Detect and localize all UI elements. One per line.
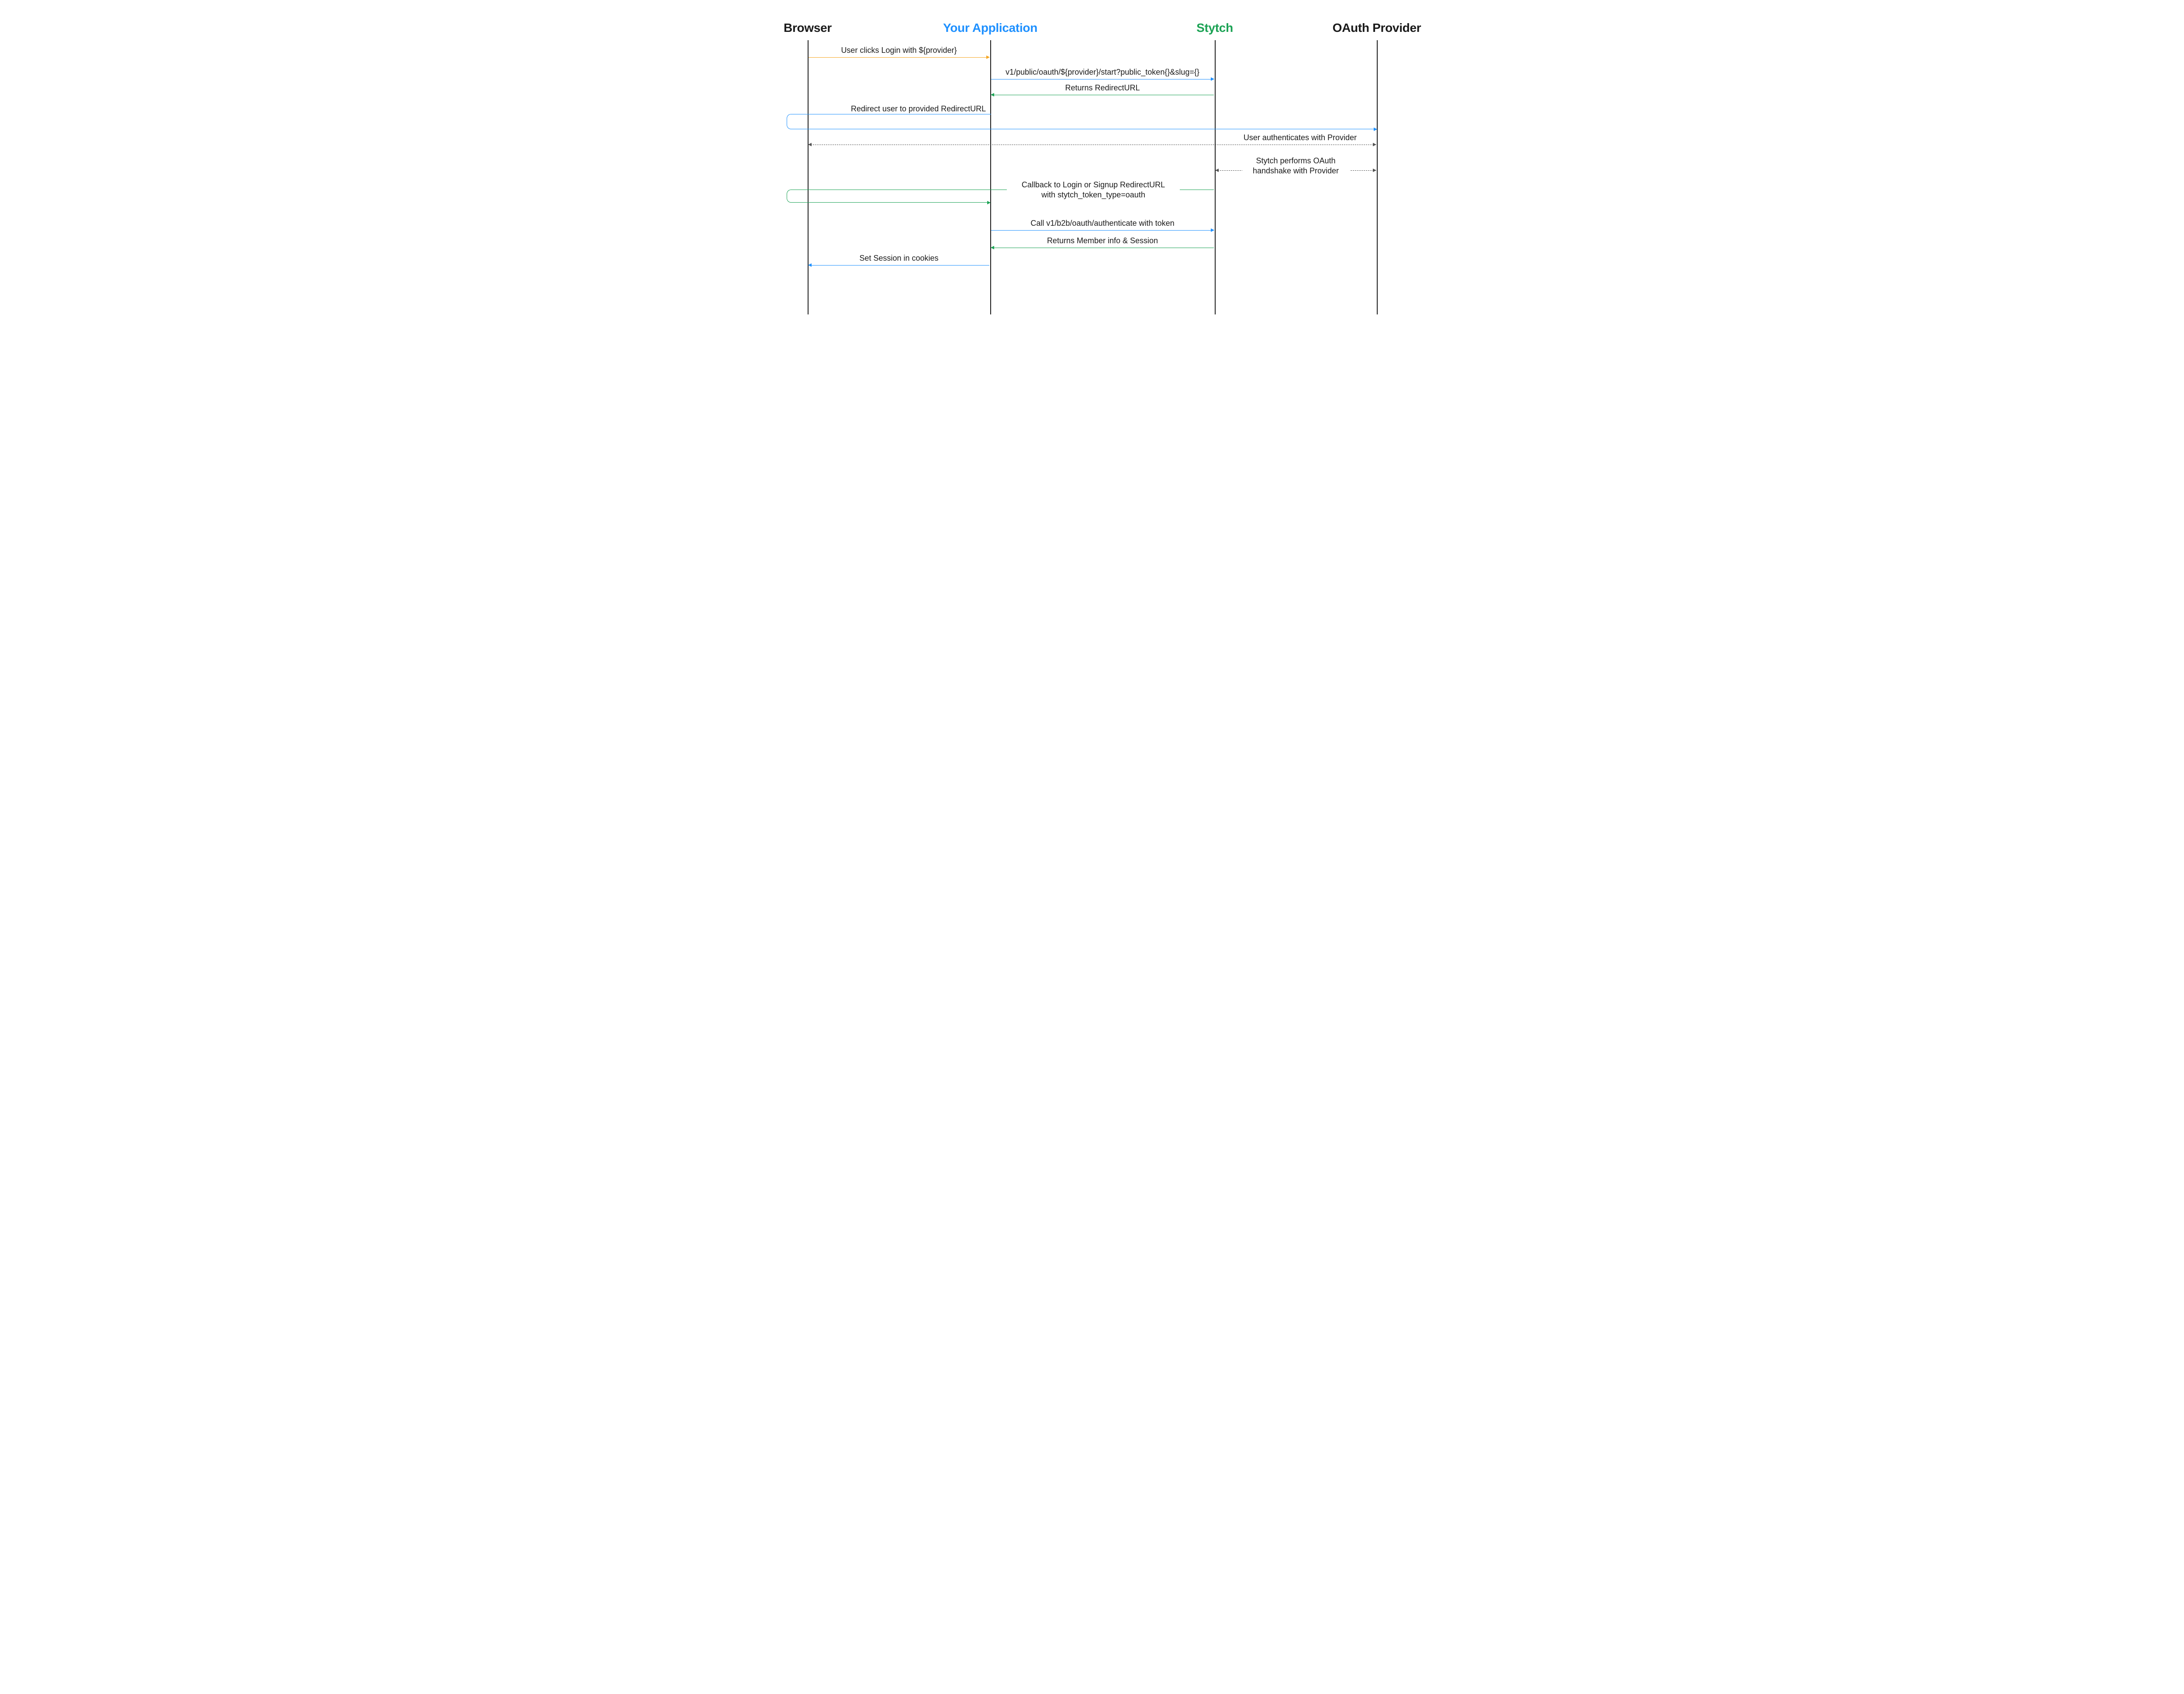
- lifeline-browser: [808, 40, 809, 314]
- lifeline-provider: [1377, 40, 1378, 314]
- msg-label: Stytch performs OAuthhandshake with Prov…: [1242, 156, 1350, 176]
- lifeline-app: [990, 40, 991, 314]
- msg-redirect-user: Redirect user to provided RedirectURL: [793, 114, 1377, 129]
- msg-label: User clicks Login with ${provider}: [837, 45, 960, 55]
- msg-label: Returns RedirectURL: [1061, 83, 1143, 93]
- actor-browser: Browser: [784, 21, 832, 35]
- msg-label: Returns Member info & Session: [1044, 236, 1161, 246]
- msg-label: Redirect user to provided RedirectURL: [847, 104, 989, 114]
- msg-label: Set Session in cookies: [856, 253, 942, 263]
- sequence-diagram: Browser Your Application Stytch OAuth Pr…: [760, 0, 1424, 325]
- actor-stytch: Stytch: [1196, 21, 1233, 35]
- msg-label: User authenticates with Provider: [1240, 133, 1360, 143]
- actor-provider: OAuth Provider: [1333, 21, 1421, 35]
- actor-app: Your Application: [943, 21, 1037, 35]
- msg-label: Callback to Login or Signup RedirectURLw…: [1007, 180, 1180, 200]
- msg-label: Call v1/b2b/oauth/authenticate with toke…: [1027, 218, 1178, 228]
- msg-callback-redirect: Callback to Login or Signup RedirectURLw…: [793, 190, 1214, 203]
- msg-label: v1/public/oauth/${provider}/start?public…: [1002, 67, 1203, 77]
- lifeline-stytch: [1215, 40, 1216, 314]
